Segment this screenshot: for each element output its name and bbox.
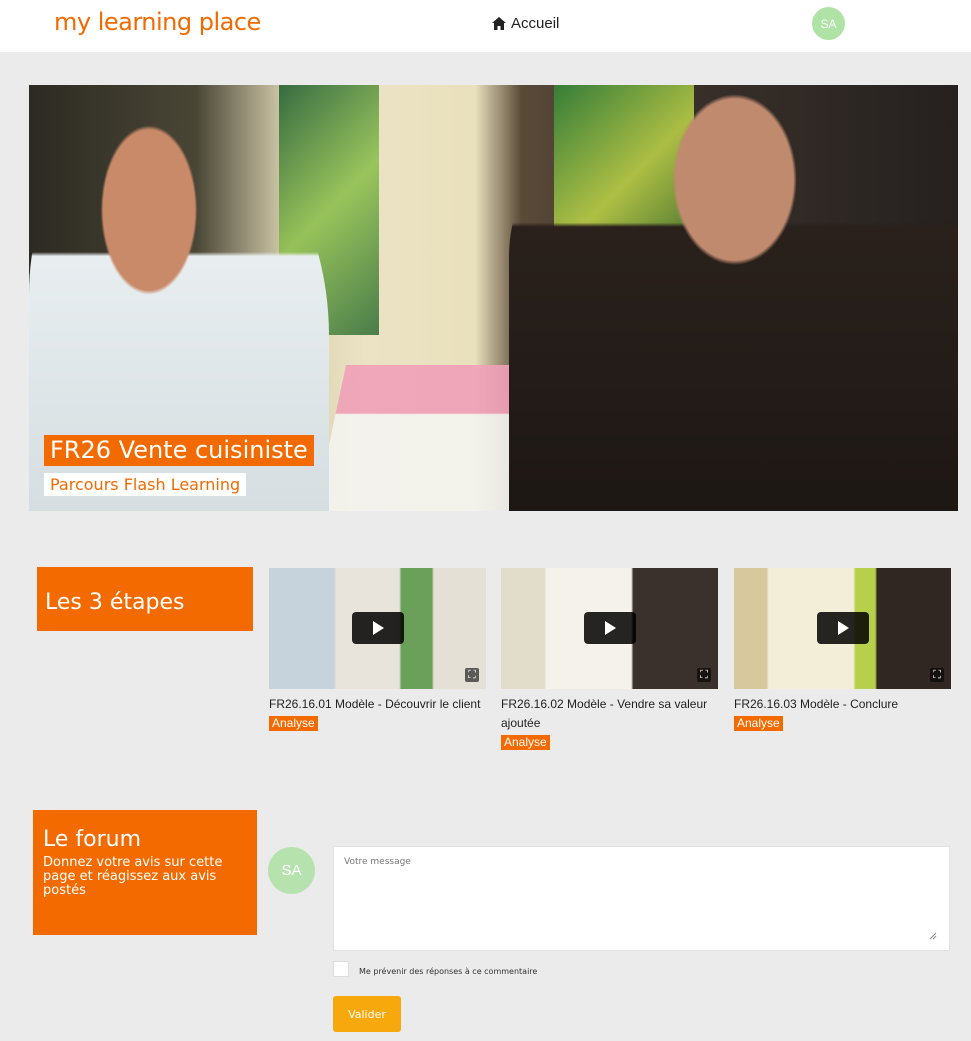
- video-card[interactable]: ⛶ FR26.16.03 Modèle - Conclure Analyse: [734, 568, 951, 732]
- video-tag[interactable]: Analyse: [501, 735, 550, 750]
- resize-handle-icon[interactable]: [927, 930, 937, 940]
- fullscreen-icon[interactable]: ⛶: [465, 668, 479, 682]
- video-card[interactable]: ⛶ FR26.16.02 Modèle - Vendre sa valeur a…: [501, 568, 718, 751]
- play-icon: [373, 621, 384, 635]
- video-card[interactable]: ⛶ FR26.16.01 Modèle - Découvrir le clien…: [269, 568, 486, 732]
- fullscreen-icon[interactable]: ⛶: [930, 668, 944, 682]
- video-tag[interactable]: Analyse: [269, 716, 318, 731]
- hero-banner: FR26 Vente cuisiniste Parcours Flash Lea…: [29, 85, 958, 511]
- course-subtitle: Parcours Flash Learning: [44, 473, 247, 496]
- play-button[interactable]: [352, 612, 404, 644]
- video-title[interactable]: FR26.16.03 Modèle - Conclure: [734, 695, 951, 714]
- forum-panel: Le forum Donnez votre avis sur cette pag…: [33, 810, 257, 935]
- top-navigation-bar: my learning place Accueil SA: [0, 0, 971, 52]
- play-button[interactable]: [817, 612, 869, 644]
- forum-heading: Le forum: [43, 827, 142, 852]
- video-tag[interactable]: Analyse: [734, 716, 783, 731]
- play-icon: [605, 621, 616, 635]
- video-title[interactable]: FR26.16.01 Modèle - Découvrir le client: [269, 695, 486, 714]
- video-title[interactable]: FR26.16.02 Modèle - Vendre sa valeur ajo…: [501, 695, 718, 733]
- video-thumbnail[interactable]: ⛶: [734, 568, 951, 689]
- home-icon: [492, 17, 506, 30]
- play-icon: [838, 621, 849, 635]
- video-thumbnail[interactable]: ⛶: [501, 568, 718, 689]
- steps-heading: Les 3 étapes: [37, 567, 253, 631]
- video-thumbnail[interactable]: ⛶: [269, 568, 486, 689]
- notify-option[interactable]: Me prévenir des réponses à ce commentair…: [333, 961, 537, 977]
- submit-button[interactable]: Valider: [333, 996, 401, 1032]
- forum-description: Donnez votre avis sur cette page et réag…: [43, 855, 223, 898]
- fullscreen-icon[interactable]: ⛶: [697, 668, 711, 682]
- play-button[interactable]: [584, 612, 636, 644]
- home-link-label: Accueil: [511, 15, 560, 32]
- notify-checkbox[interactable]: [333, 961, 349, 977]
- notify-label: Me prévenir des réponses à ce commentair…: [359, 966, 538, 976]
- message-input[interactable]: [333, 846, 950, 951]
- customer-figure: [509, 85, 958, 511]
- course-title: FR26 Vente cuisiniste: [44, 435, 314, 466]
- commenter-avatar: SA: [268, 847, 315, 894]
- site-logo[interactable]: my learning place: [54, 8, 261, 36]
- user-avatar[interactable]: SA: [812, 7, 845, 40]
- home-link[interactable]: Accueil: [492, 15, 559, 32]
